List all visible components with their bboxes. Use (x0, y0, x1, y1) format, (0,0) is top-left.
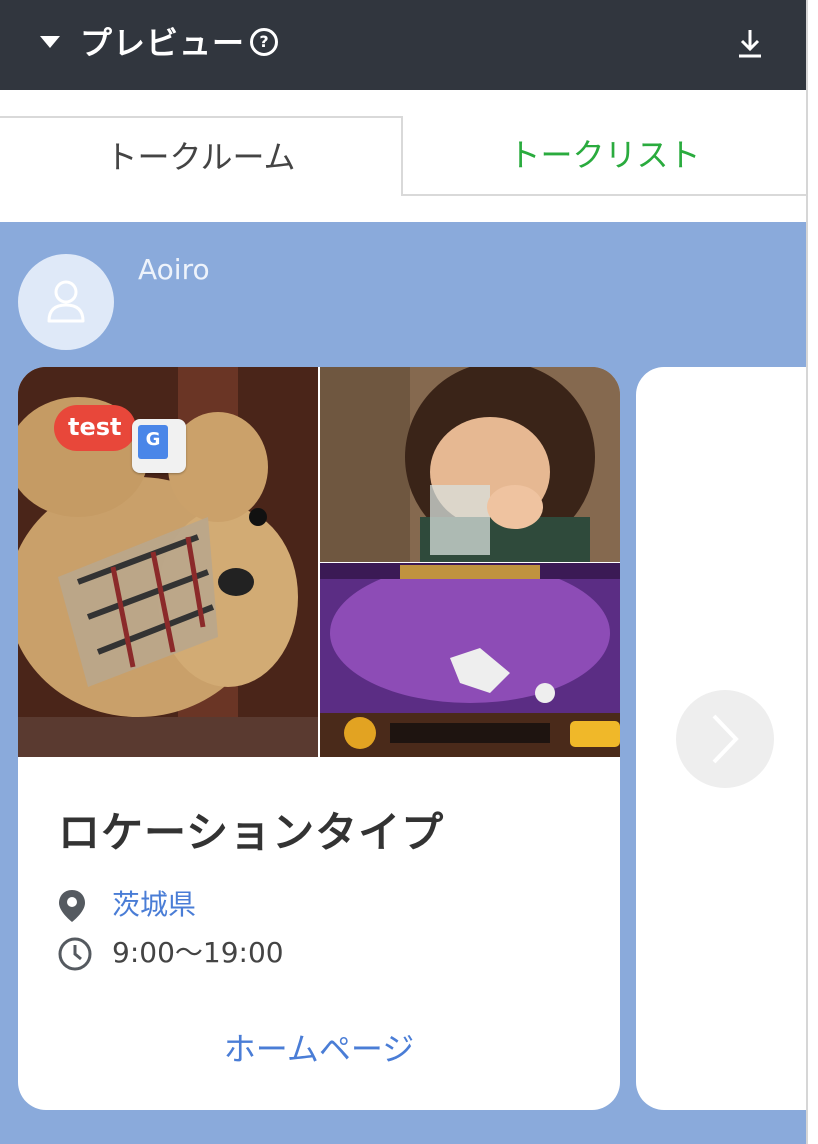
tab-talk-room[interactable]: トークルーム (0, 116, 403, 196)
help-icon[interactable]: ? (250, 28, 278, 56)
card-title: ロケーションタイプ (58, 808, 445, 857)
next-button[interactable] (676, 690, 774, 788)
clock-icon (58, 937, 92, 971)
translate-icon: G (132, 419, 186, 473)
preview-header: プレビュー ? (0, 0, 806, 90)
card-image-child (320, 367, 620, 562)
preview-title[interactable]: プレビュー (80, 22, 245, 64)
homepage-link[interactable]: ホームページ (18, 1027, 620, 1071)
card-image-bear: test G (18, 367, 318, 757)
card-image-game (320, 563, 620, 757)
test-badge: test (54, 405, 136, 451)
location-card[interactable]: test G ロケーションタイプ 茨城県 9:00〜19:00 ホームページ (18, 367, 620, 1110)
avatar (18, 254, 114, 350)
chat-area: Aoiro test G ロケーションタイプ 茨城県 9:00〜19:00 ホー… (0, 222, 806, 1144)
hours-text: 9:00〜19:00 (112, 936, 284, 969)
caret-down-icon[interactable] (40, 36, 60, 48)
sender-name: Aoiro (138, 253, 210, 286)
preview-tabs: トークルーム トークリスト (0, 90, 806, 222)
download-icon[interactable] (736, 28, 764, 60)
preview-panel: プレビュー ? トークルーム トークリスト Aoiro test G ロケーショ… (0, 0, 806, 1144)
user-icon (47, 280, 85, 323)
window-edge (806, 0, 818, 1144)
tab-talk-list[interactable]: トークリスト (403, 116, 806, 196)
location-text[interactable]: 茨城県 (112, 885, 196, 925)
map-pin-icon (59, 890, 85, 922)
chevron-right-icon (712, 714, 739, 764)
